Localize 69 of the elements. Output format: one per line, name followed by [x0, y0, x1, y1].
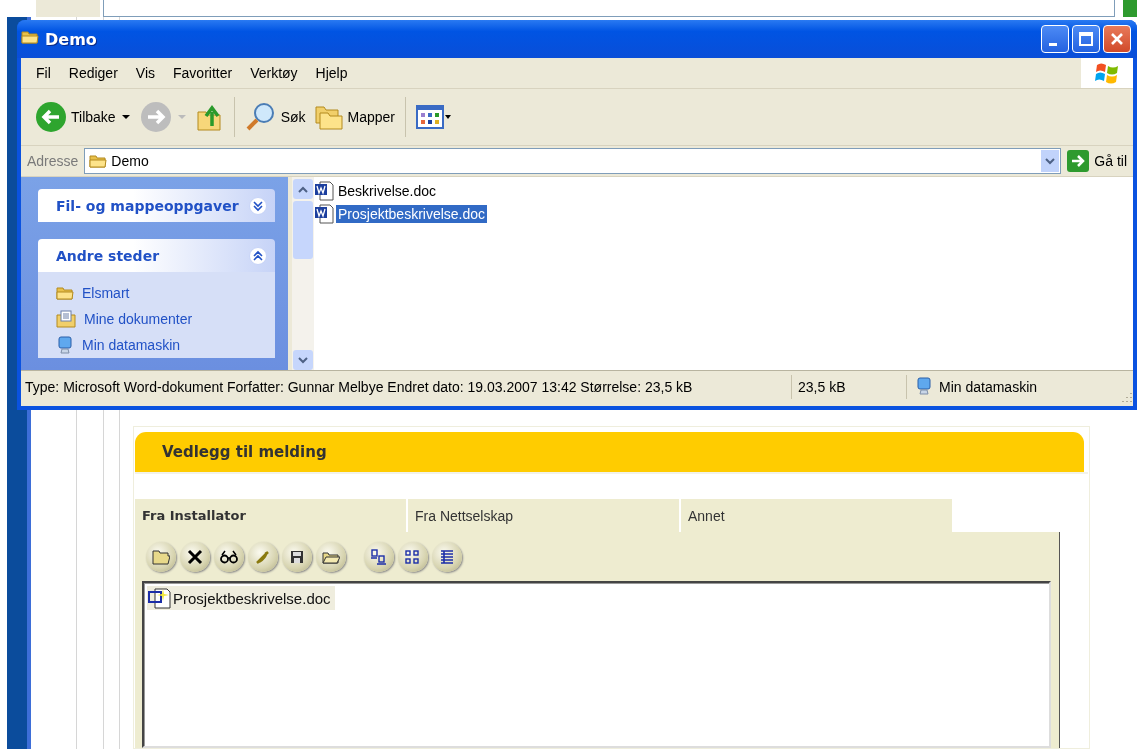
chevron-down-icon	[298, 356, 308, 364]
place-link[interactable]: Min datamaskin	[82, 337, 181, 353]
folder-icon	[21, 29, 39, 45]
resize-grip-icon	[1121, 391, 1133, 403]
large-icons-view-icon	[370, 548, 388, 566]
tab[interactable]: Annet	[681, 499, 952, 532]
collapse-icon	[249, 246, 267, 265]
toolbar-button[interactable]	[214, 542, 244, 572]
file-list[interactable]: Beskrivelse.doc Prosjektbeskrivelse.doc	[314, 177, 1133, 370]
place-link[interactable]: Elsmart	[82, 285, 130, 301]
documents-folder-icon	[56, 310, 76, 328]
status-text: Type: Microsoft Word-dokument Forfatter: Gunnar Melbye Endret dato: 19.03.2007 13:42 Størrelse: 23,5 kB	[21, 375, 792, 399]
file-list[interactable]: Prosjektbeskrivelse.doc	[142, 581, 1051, 748]
minimize-button[interactable]	[1041, 25, 1069, 53]
minimize-icon	[1049, 42, 1057, 46]
expand-icon	[249, 196, 267, 215]
details-view-icon	[438, 548, 456, 566]
scrollbar[interactable]	[292, 177, 314, 370]
panel-header[interactable]: Andre steder	[38, 239, 275, 272]
toolbar-button[interactable]	[282, 542, 312, 572]
pen-icon	[254, 548, 272, 566]
views-icon	[416, 105, 452, 129]
address-field[interactable]: Demo	[84, 148, 1062, 174]
folders-icon	[313, 103, 344, 131]
folders-button[interactable]: Mapper	[309, 103, 399, 131]
folder-icon	[56, 285, 74, 301]
computer-icon	[915, 376, 933, 395]
word-document-icon	[314, 203, 336, 224]
chevron-down-icon	[1045, 157, 1056, 165]
tab[interactable]: Fra Nettselskap	[408, 499, 679, 532]
address-field[interactable]	[103, 0, 1115, 17]
open-folder-icon	[152, 548, 170, 566]
small-icons-view-icon	[404, 548, 422, 566]
menu-item[interactable]: Fil	[27, 65, 60, 81]
status-text: 23,5 kB	[792, 375, 907, 399]
menu-item[interactable]: Vis	[126, 65, 164, 81]
caret-icon	[121, 114, 130, 120]
file-name[interactable]: Prosjektbeskrivelse.doc	[336, 204, 488, 223]
maximize-button[interactable]	[1072, 25, 1100, 53]
status-text: Min datamaskin	[939, 379, 1038, 395]
panel-title: Vedlegg til melding	[162, 443, 327, 461]
folder-icon	[89, 153, 108, 169]
search-button[interactable]: Søk	[240, 101, 310, 133]
caret-icon	[177, 114, 186, 120]
computer-icon	[56, 336, 74, 354]
maximize-icon	[1078, 31, 1094, 47]
tab[interactable]: Fra Installator	[135, 499, 406, 532]
place-link[interactable]: Mine dokumenter	[84, 311, 193, 327]
back-button[interactable]: Tilbake	[31, 101, 120, 133]
toolbar-button[interactable]	[180, 542, 210, 572]
file-name[interactable]: Beskrivelse.doc	[336, 181, 439, 200]
close-icon	[186, 548, 204, 566]
window-title: Demo	[45, 29, 98, 49]
file-item[interactable]: Prosjektbeskrivelse.doc	[147, 586, 335, 610]
go-button[interactable]: Gå til	[1061, 150, 1133, 172]
search-icon	[244, 101, 277, 133]
close-button[interactable]	[1103, 25, 1131, 53]
menu-item[interactable]: Verktøy	[241, 65, 307, 81]
menu-item[interactable]: Hjelp	[306, 65, 357, 81]
word-document-icon	[314, 180, 336, 201]
address-label: Adresse	[26, 153, 80, 169]
panel-header[interactable]: Fil- og mappeoppgaver	[38, 189, 275, 222]
chevron-up-icon	[298, 185, 308, 193]
menu-item[interactable]: Rediger	[59, 65, 127, 81]
close-icon	[1109, 31, 1125, 47]
new-document-icon	[148, 587, 172, 609]
arrow-right-icon	[1067, 150, 1090, 172]
menu-item[interactable]: Favoritter	[164, 65, 242, 81]
glasses-icon	[220, 548, 238, 566]
